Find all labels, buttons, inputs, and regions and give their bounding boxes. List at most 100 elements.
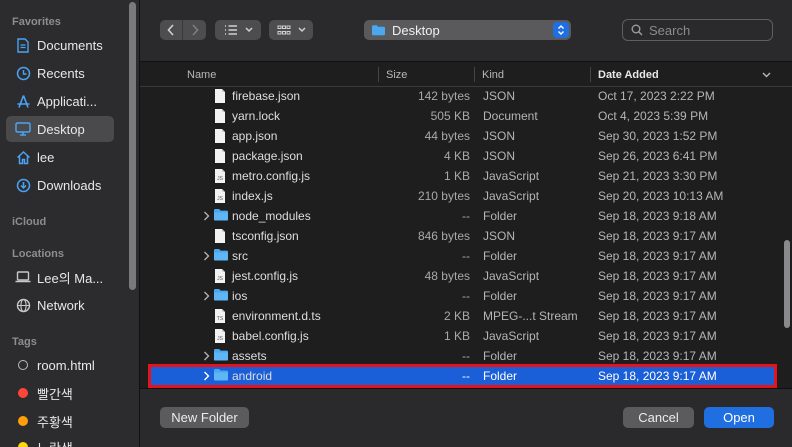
file-name: assets bbox=[232, 349, 267, 363]
sidebar-tag-yellow[interactable]: 노란색 bbox=[6, 434, 114, 447]
file-date-added: Sep 18, 2023 9:17 AM bbox=[598, 329, 717, 343]
sidebar-item-documents[interactable]: Documents bbox=[6, 32, 114, 58]
search-field[interactable] bbox=[622, 19, 773, 41]
js-file-icon: JS bbox=[213, 268, 229, 284]
folder-icon bbox=[213, 368, 229, 384]
file-kind: Folder bbox=[483, 209, 518, 223]
sidebar-item-home[interactable]: lee bbox=[6, 144, 114, 170]
js-file-icon: JS bbox=[213, 188, 229, 204]
toolbar: Desktop bbox=[140, 0, 792, 62]
sidebar-item-desktop[interactable]: Desktop bbox=[6, 116, 114, 142]
new-folder-button[interactable]: New Folder bbox=[160, 407, 249, 428]
file-size: 44 bytes bbox=[424, 129, 470, 143]
tag-red-icon bbox=[18, 388, 28, 398]
column-divider[interactable] bbox=[378, 67, 379, 82]
column-divider[interactable] bbox=[590, 67, 591, 82]
file-date-added: Oct 4, 2023 5:39 PM bbox=[598, 109, 709, 123]
nav-buttons bbox=[160, 20, 206, 40]
forward-button[interactable] bbox=[183, 20, 206, 40]
svg-text:JS: JS bbox=[217, 176, 224, 182]
clock-icon bbox=[15, 65, 31, 81]
list-scrollbar[interactable] bbox=[784, 240, 790, 328]
sort-chevron-icon[interactable] bbox=[762, 62, 771, 87]
file-row-assets[interactable]: assets -- Folder Sep 18, 2023 9:17 AM bbox=[150, 346, 775, 366]
back-button[interactable] bbox=[160, 20, 183, 40]
file-date-added: Sep 20, 2023 10:13 AM bbox=[598, 189, 724, 203]
column-divider[interactable] bbox=[474, 67, 475, 82]
file-row-tsconfig-json[interactable]: tsconfig.json 846 bytes JSON Sep 18, 2023 9… bbox=[150, 226, 775, 246]
list-view-button[interactable] bbox=[215, 20, 261, 40]
file-date-added: Sep 18, 2023 9:18 AM bbox=[598, 209, 717, 223]
column-date-added[interactable]: Date Added bbox=[598, 62, 659, 87]
file-list: firebase.json 142 bytes JSON Oct 17, 2023 2… bbox=[140, 85, 792, 388]
file-date-added: Oct 17, 2023 2:22 PM bbox=[598, 89, 715, 103]
file-icon bbox=[213, 88, 229, 104]
file-name: package.json bbox=[232, 149, 303, 163]
sidebar: Favorites Documents Recents Applicati...… bbox=[0, 0, 140, 447]
file-row-index-js[interactable]: JS index.js 210 bytes JavaScript Sep 20, 202… bbox=[150, 186, 775, 206]
js-file-icon: JS bbox=[213, 328, 229, 344]
sidebar-tag-orange[interactable]: 주황색 bbox=[6, 408, 114, 434]
file-icon bbox=[213, 228, 229, 244]
file-row-node-modules[interactable]: node_modules -- Folder Sep 18, 2023 9:18 AM bbox=[150, 206, 775, 226]
file-row-yarn-lock[interactable]: yarn.lock 505 KB Document Oct 4, 2023 5:39 … bbox=[150, 106, 775, 126]
svg-text:TS: TS bbox=[217, 316, 224, 322]
column-kind[interactable]: Kind bbox=[482, 62, 504, 87]
sidebar-item-network[interactable]: Network bbox=[6, 292, 114, 318]
file-date-added: Sep 21, 2023 3:30 PM bbox=[598, 169, 718, 183]
disclosure-chevron-icon[interactable] bbox=[200, 368, 212, 384]
disclosure-chevron-icon[interactable] bbox=[200, 288, 212, 304]
file-row-firebase-json[interactable]: firebase.json 142 bytes JSON Oct 17, 2023 2… bbox=[150, 86, 775, 106]
cancel-button[interactable]: Cancel bbox=[623, 407, 694, 428]
chevron-down-icon bbox=[297, 27, 306, 33]
file-size: 4 KB bbox=[443, 149, 470, 163]
folder-icon bbox=[213, 288, 229, 304]
file-row-android[interactable]: android -- Folder Sep 18, 2023 9:17 AM bbox=[148, 364, 777, 388]
search-icon bbox=[631, 24, 643, 36]
search-input[interactable] bbox=[649, 22, 769, 38]
file-icon bbox=[213, 108, 229, 124]
disclosure-chevron-icon[interactable] bbox=[200, 208, 212, 224]
open-button[interactable]: Open bbox=[704, 407, 774, 428]
file-row-babel-config-js[interactable]: JS babel.config.js 1 KB JavaScript Sep 18, 2… bbox=[150, 326, 775, 346]
file-size: -- bbox=[462, 369, 470, 383]
sidebar-tag-red[interactable]: 빨간색 bbox=[6, 380, 114, 406]
sidebar-item-applications[interactable]: Applicati... bbox=[6, 88, 114, 114]
sidebar-scrollbar[interactable] bbox=[129, 2, 136, 290]
laptop-icon bbox=[15, 269, 31, 285]
group-button[interactable] bbox=[269, 20, 313, 40]
file-size: 142 bytes bbox=[417, 89, 470, 103]
file-date-added: Sep 18, 2023 9:17 AM bbox=[598, 269, 717, 283]
disclosure-chevron-icon[interactable] bbox=[200, 248, 212, 264]
column-name[interactable]: Name bbox=[187, 62, 216, 87]
file-row-package-json[interactable]: package.json 4 KB JSON Sep 26, 2023 6:41 PM bbox=[150, 146, 775, 166]
file-row-jest-config-js[interactable]: JS jest.config.js 48 bytes JavaScript Sep 18… bbox=[150, 266, 775, 286]
folder-icon bbox=[213, 248, 229, 264]
sidebar-heading-locations: Locations bbox=[12, 248, 64, 260]
location-popup[interactable]: Desktop bbox=[364, 20, 571, 40]
disclosure-chevron-icon[interactable] bbox=[200, 348, 212, 364]
sidebar-heading-tags: Tags bbox=[12, 336, 37, 348]
file-row-metro-config-js[interactable]: JS metro.config.js 1 KB JavaScript Sep 21, 2… bbox=[150, 166, 775, 186]
file-kind: JSON bbox=[483, 129, 516, 143]
location-stepper[interactable] bbox=[553, 22, 569, 38]
file-row-environment-d-ts[interactable]: TS environment.d.ts 2 KB MPEG-...t Stream Se… bbox=[150, 306, 775, 326]
file-size: 846 bytes bbox=[417, 229, 470, 243]
home-icon bbox=[15, 149, 31, 165]
file-size: 2 KB bbox=[443, 309, 470, 323]
sidebar-tag-room-html[interactable]: room.html bbox=[6, 352, 114, 378]
file-row-src[interactable]: src -- Folder Sep 18, 2023 9:17 AM bbox=[150, 246, 775, 266]
file-row-app-json[interactable]: app.json 44 bytes JSON Sep 30, 2023 1:52 PM bbox=[150, 126, 775, 146]
sidebar-item-mac[interactable]: Lee의 Ma... bbox=[6, 264, 114, 290]
sidebar-heading-icloud: iCloud bbox=[12, 216, 47, 228]
file-date-added: Sep 18, 2023 9:17 AM bbox=[598, 289, 717, 303]
file-row-ios[interactable]: ios -- Folder Sep 18, 2023 9:17 AM bbox=[150, 286, 775, 306]
sidebar-item-recents[interactable]: Recents bbox=[6, 60, 114, 86]
file-icon bbox=[213, 128, 229, 144]
sidebar-item-downloads[interactable]: Downloads bbox=[6, 172, 114, 198]
up-down-chevron-icon bbox=[558, 25, 564, 35]
file-name: babel.config.js bbox=[232, 329, 309, 343]
chevron-down-icon bbox=[244, 27, 253, 33]
column-size[interactable]: Size bbox=[386, 62, 407, 87]
file-name: src bbox=[232, 249, 248, 263]
